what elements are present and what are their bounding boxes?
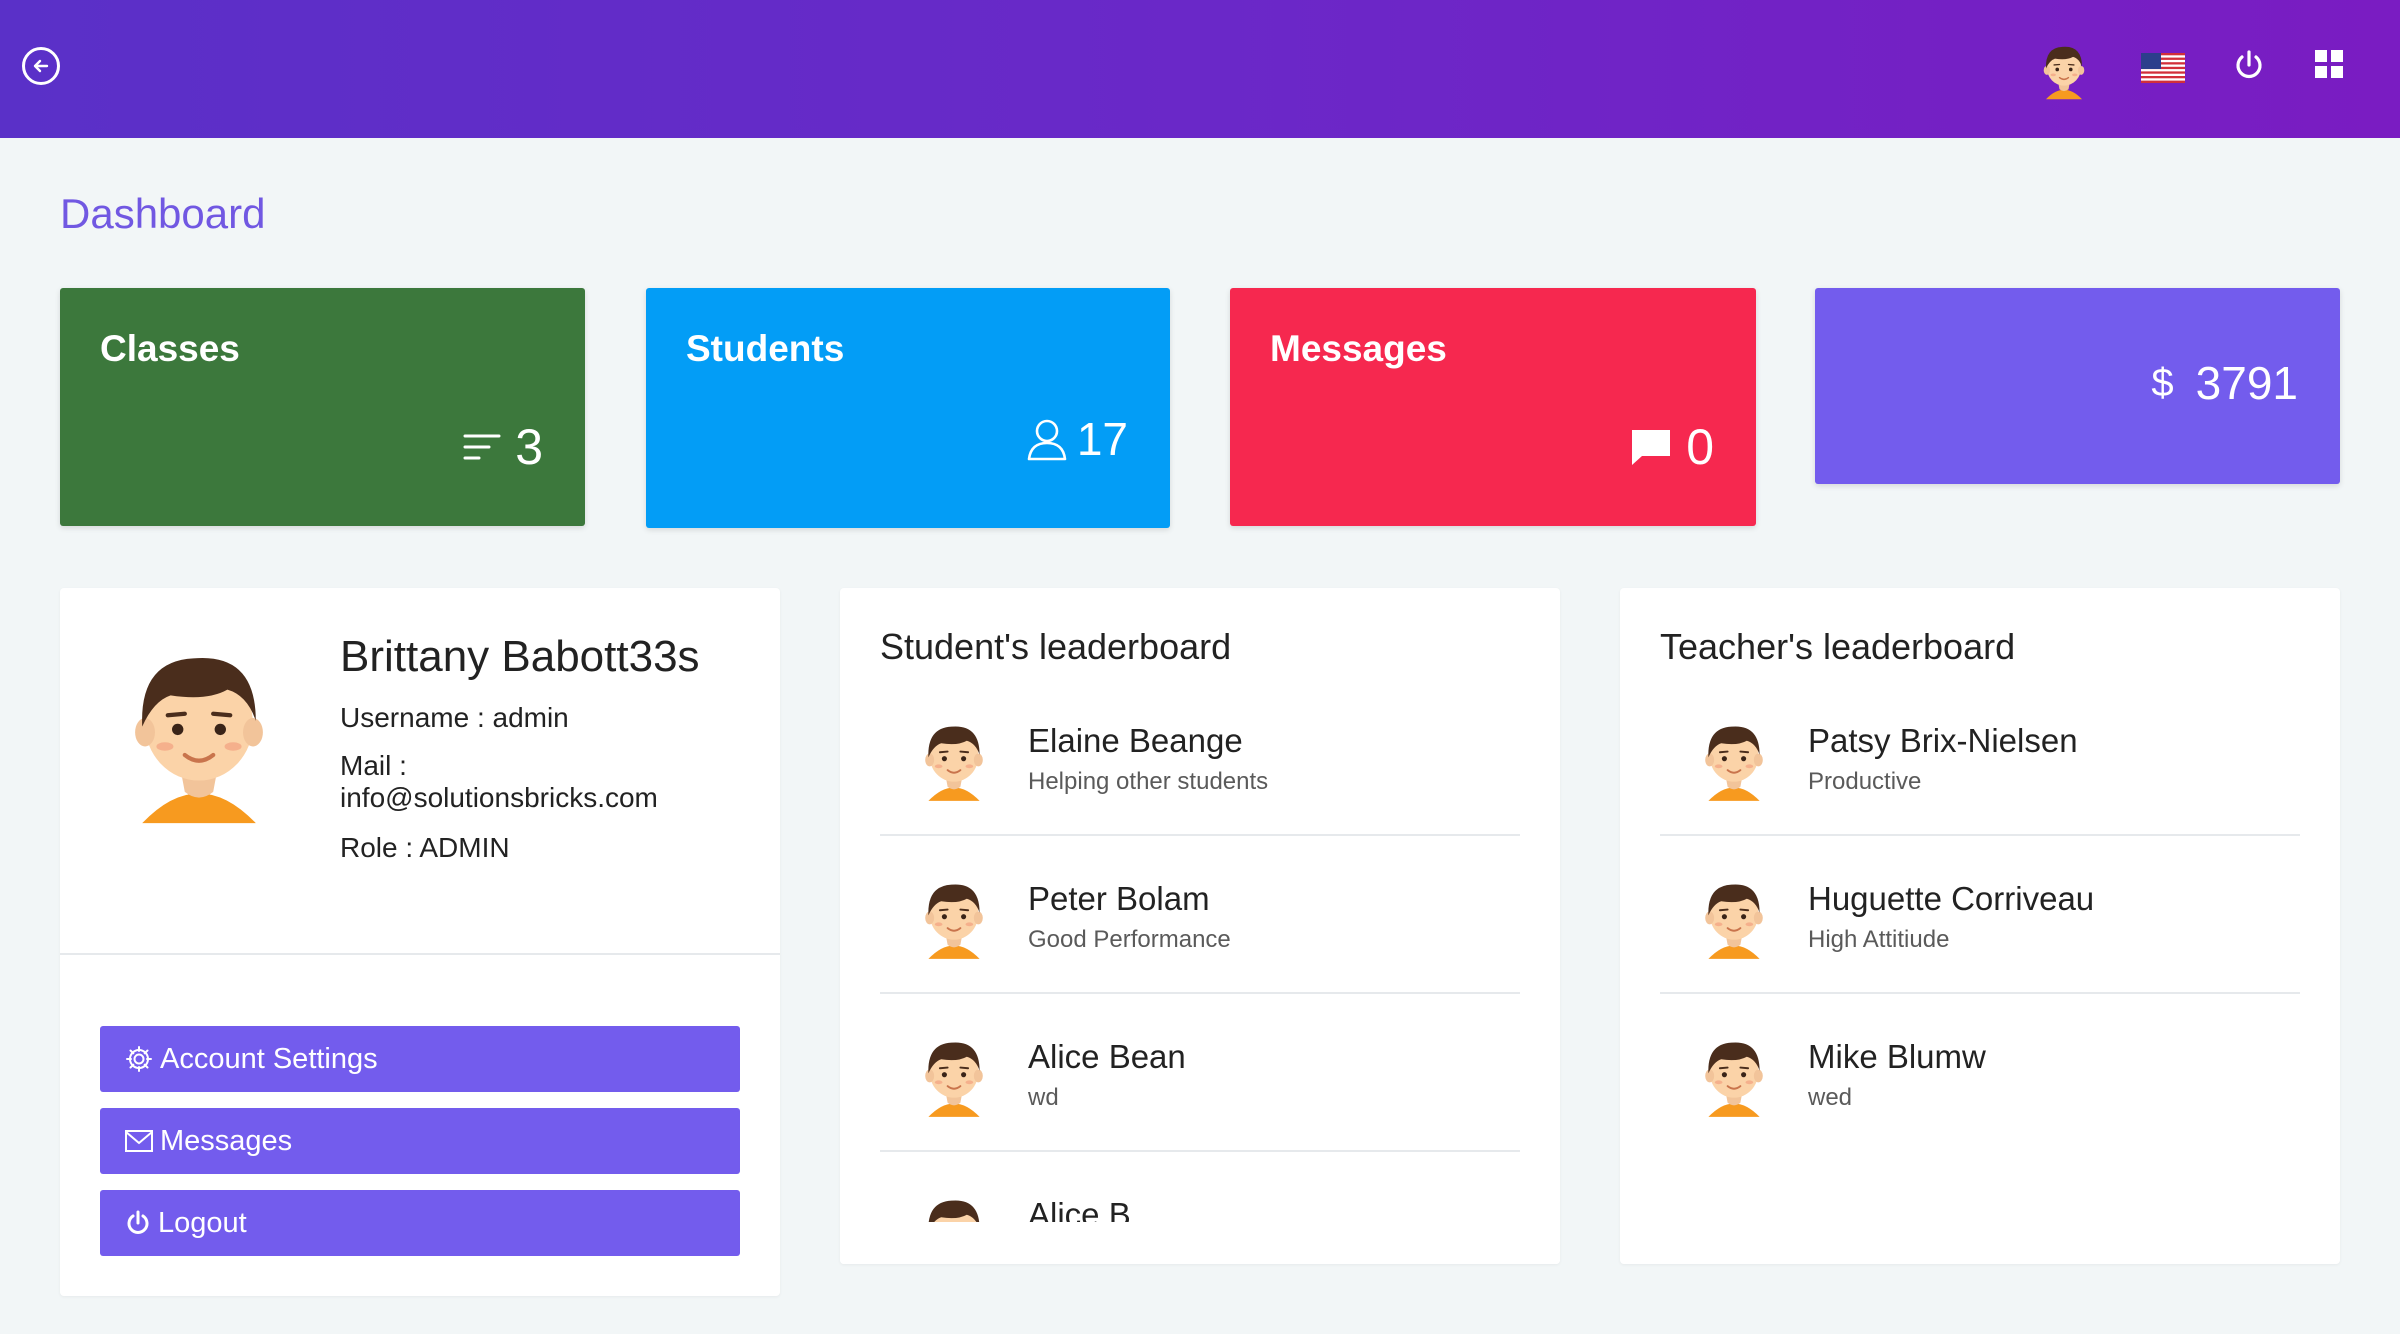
- leaderboard-name: Huguette Corriveau: [1808, 880, 2095, 917]
- avatar: [922, 712, 986, 804]
- leaderboard-name: Elaine Beange: [1028, 722, 1243, 759]
- stat-value: 3791: [2195, 357, 2298, 409]
- page-title: Dashboard: [60, 190, 266, 237]
- top-bar: [0, 0, 2400, 138]
- leaderboard-item[interactable]: Elaine Beange Helping other students: [880, 678, 1520, 836]
- account-settings-button[interactable]: Account Settings: [100, 1026, 740, 1092]
- avatar: [922, 1028, 986, 1120]
- profile-mail-label: Mail :: [340, 750, 407, 781]
- profile-avatar: [128, 626, 270, 830]
- scroll-clip: [840, 1222, 1560, 1264]
- button-label: Account Settings: [160, 1042, 378, 1075]
- leaderboard-item[interactable]: Mike Blumw wed: [1660, 994, 2300, 1152]
- currency-symbol: $: [2151, 360, 2174, 405]
- avatar: [922, 870, 986, 962]
- stat-label: Students: [686, 328, 845, 369]
- stat-value: 17: [1076, 413, 1128, 465]
- user-icon: [1027, 419, 1067, 461]
- power-icon[interactable]: [2230, 46, 2268, 84]
- student-leaderboard: Student's leaderboard Elaine Beange Help…: [840, 588, 1560, 1264]
- stat-card-students[interactable]: Students 17: [646, 288, 1170, 528]
- messages-button[interactable]: Messages: [100, 1108, 740, 1174]
- leaderboard-note: Helping other students: [1028, 768, 1269, 795]
- arrow-left-icon: [33, 59, 49, 73]
- power-icon: [127, 1210, 149, 1234]
- profile-name: Brittany Babott33s: [340, 632, 700, 681]
- avatar: [1702, 870, 1766, 962]
- stat-value: 0: [1686, 419, 1714, 475]
- back-button[interactable]: [22, 47, 60, 85]
- teacher-leaderboard: Teacher's leaderboard Patsy Brix-Nielsen…: [1620, 588, 2340, 1264]
- leaderboard-note: wd: [1028, 1084, 1059, 1111]
- leaderboard-item[interactable]: Alice Bean wd: [880, 994, 1520, 1152]
- apps-grid-icon[interactable]: [2315, 50, 2343, 78]
- sort-lines-icon: [463, 434, 501, 460]
- leaderboard-note: wed: [1808, 1084, 1853, 1111]
- leaderboard-note: High Attitiude: [1808, 926, 1950, 953]
- leaderboard-item[interactable]: Patsy Brix-Nielsen Productive: [1660, 678, 2300, 836]
- stat-value: 3: [515, 419, 543, 475]
- stat-label: Messages: [1270, 328, 1447, 369]
- stat-card-classes[interactable]: Classes 3: [60, 288, 585, 526]
- leaderboard-note: Good Performance: [1028, 926, 1231, 953]
- stat-label: Classes: [100, 328, 240, 369]
- logout-button[interactable]: Logout: [100, 1190, 740, 1256]
- profile-role: Role : ADMIN: [340, 832, 510, 863]
- user-avatar-icon[interactable]: [2039, 37, 2089, 101]
- profile-username: Username : admin: [340, 702, 569, 733]
- leaderboard-item[interactable]: Peter Bolam Good Performance: [880, 836, 1520, 994]
- avatar: [1702, 712, 1766, 804]
- button-label: Logout: [158, 1206, 247, 1239]
- stat-card-revenue[interactable]: $ 3791: [1815, 288, 2340, 484]
- leaderboard-item[interactable]: Huguette Corriveau High Attitiude: [1660, 836, 2300, 994]
- leaderboard-note: Productive: [1808, 768, 1922, 795]
- gear-icon: [126, 1046, 152, 1072]
- leaderboard-name: Alice Bean: [1028, 1038, 1186, 1075]
- profile-card: Brittany Babott33s Username : admin Mail…: [60, 588, 780, 1296]
- button-label: Messages: [160, 1124, 293, 1157]
- avatar: [1702, 1028, 1766, 1120]
- leaderboard-title: Teacher's leaderboard: [1660, 626, 2016, 667]
- leaderboard-title: Student's leaderboard: [880, 626, 1232, 667]
- leaderboard-name: Mike Blumw: [1808, 1038, 1986, 1075]
- profile-mail: info@solutionsbricks.com: [340, 782, 658, 813]
- envelope-icon: [125, 1130, 153, 1152]
- leaderboard-name: Patsy Brix-Nielsen: [1808, 722, 2078, 759]
- leaderboard-name: Peter Bolam: [1028, 880, 1210, 917]
- us-flag-icon[interactable]: [2141, 53, 2185, 83]
- divider: [60, 953, 780, 955]
- stat-card-messages[interactable]: Messages 0: [1230, 288, 1756, 526]
- chat-bubble-icon: [1632, 430, 1671, 465]
